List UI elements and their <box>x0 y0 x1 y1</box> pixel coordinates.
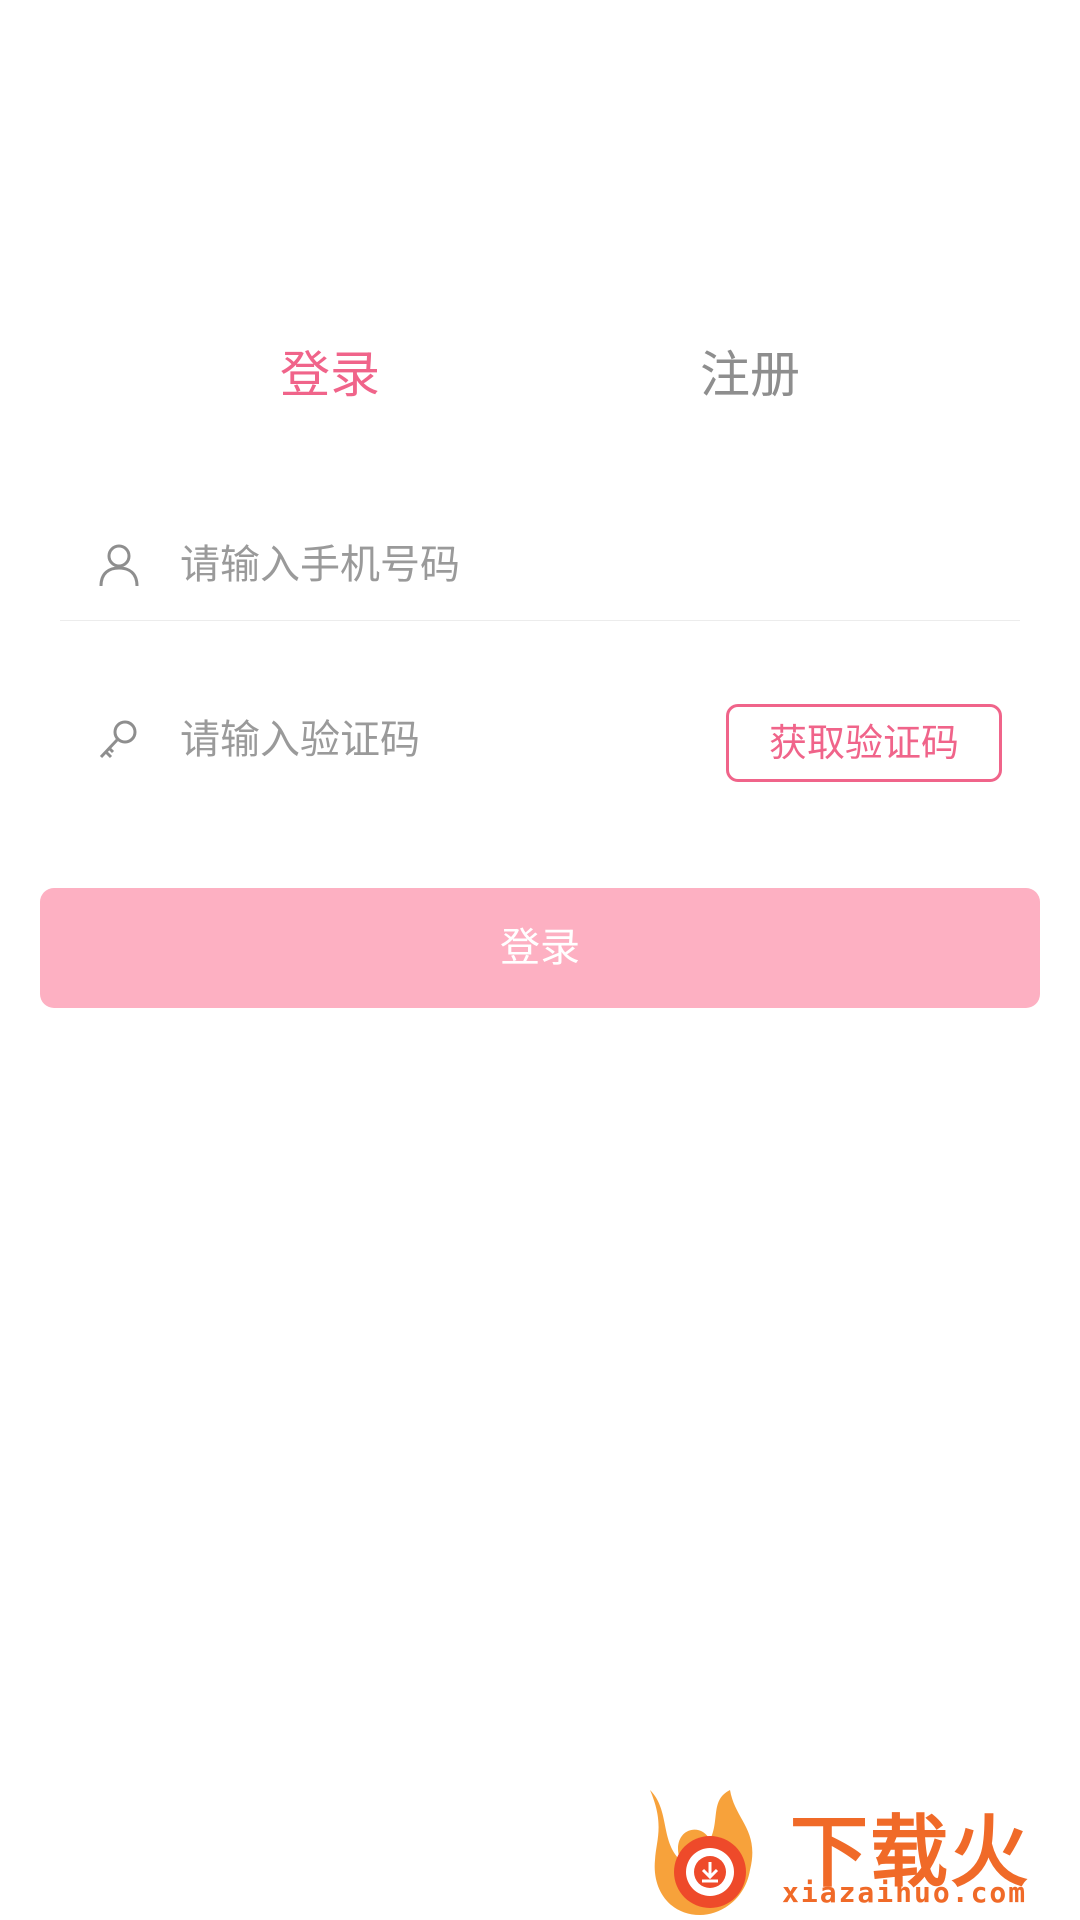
auth-tabs: 登录 注册 <box>0 335 1080 415</box>
key-icon <box>99 720 137 759</box>
watermark: 下载火 xiazaihuo.com <box>640 1780 1080 1920</box>
code-row: 获取验证码 <box>60 685 1020 795</box>
login-button[interactable]: 登录 <box>40 888 1040 1008</box>
phone-row <box>60 510 1020 621</box>
tab-login[interactable]: 登录 <box>230 335 430 415</box>
phone-input[interactable] <box>180 525 740 605</box>
watermark-url: xiazaihuo.com <box>782 1876 1028 1909</box>
user-icon <box>99 544 139 587</box>
flame-logo-icon <box>650 1790 753 1915</box>
code-input[interactable] <box>180 700 740 780</box>
login-screen: 登录 注册 获取验证码 登录 下载火 xiazaihuo.com <box>0 0 1080 1920</box>
get-code-button[interactable]: 获取验证码 <box>726 704 1002 782</box>
tab-register[interactable]: 注册 <box>650 335 850 415</box>
